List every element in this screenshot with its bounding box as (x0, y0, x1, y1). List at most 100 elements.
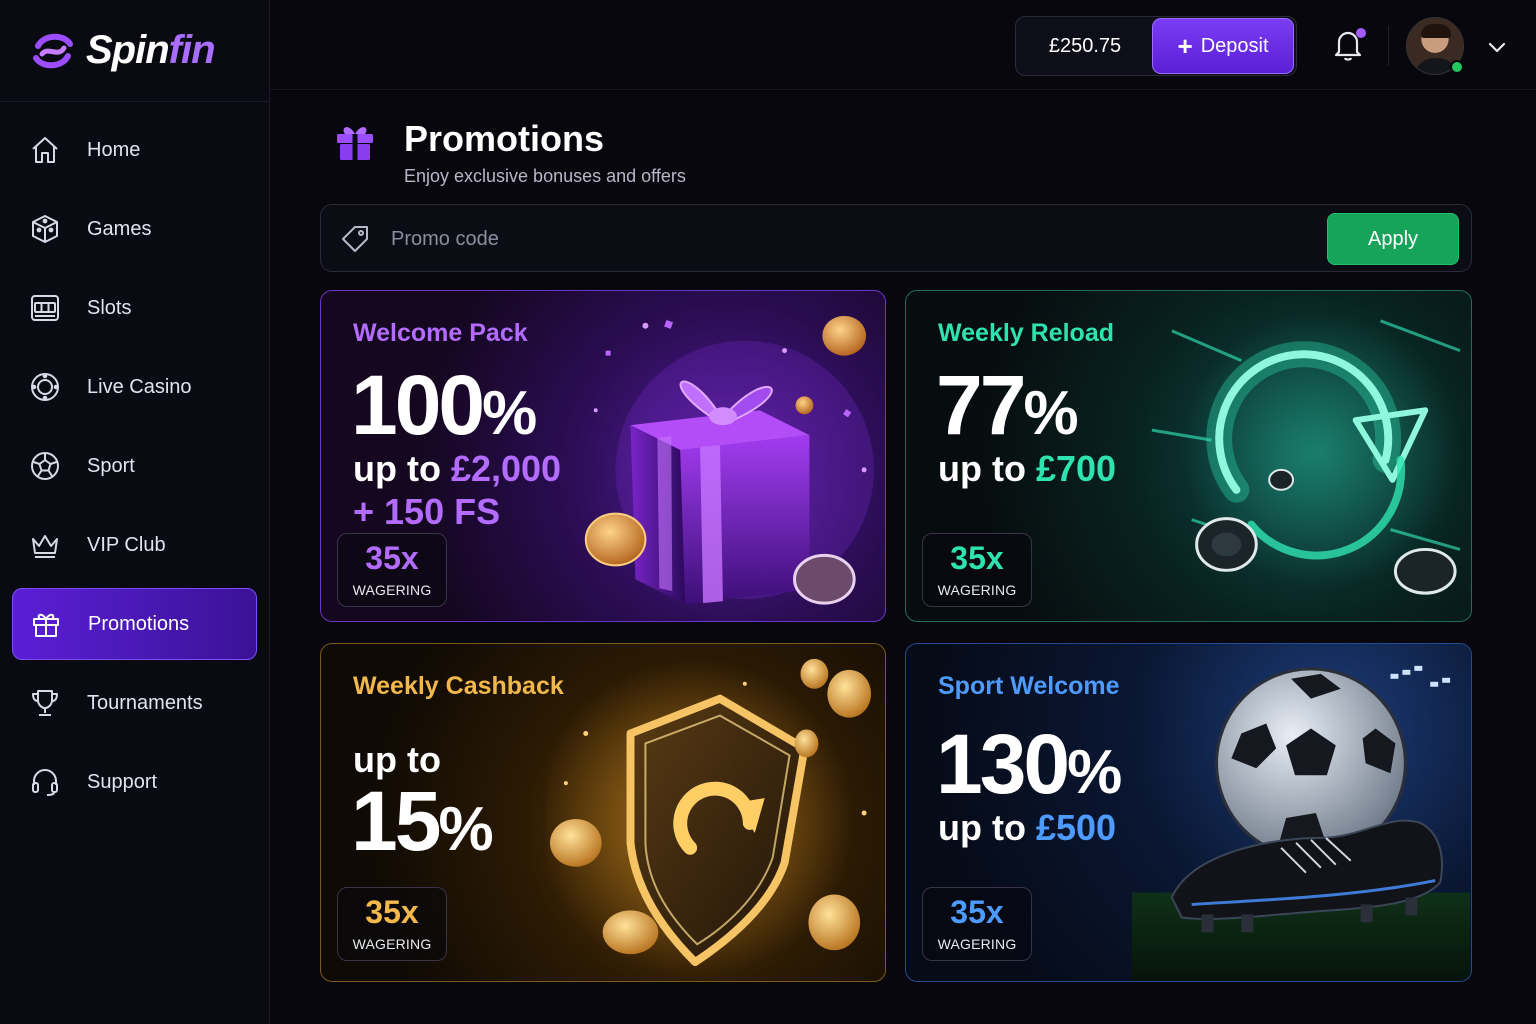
wagering-badge: 35x WAGERING (337, 533, 447, 607)
page-title: Promotions (404, 118, 605, 159)
sidebar-item-label: Games (87, 217, 152, 240)
up-to-text: up to (353, 448, 451, 489)
sidebar-item-sport[interactable]: Sport (12, 430, 257, 502)
page-subtitle: Enjoy exclusive bonuses and offers (404, 166, 686, 186)
card-title: Welcome Pack (353, 319, 528, 347)
promo-card-weekly-cashback[interactable]: Weekly Cashback up to 15% 35x WAGERING (320, 643, 886, 982)
online-status-dot (1450, 60, 1464, 74)
bonus-percent: 77 (936, 358, 1026, 452)
sidebar-item-label: Promotions (88, 612, 190, 635)
wagering-label: WAGERING (937, 936, 1017, 952)
promo-card-sport-welcome[interactable]: Sport Welcome 130% up to £500 35x WAGERI… (905, 643, 1472, 982)
percent-sign: % (438, 795, 494, 864)
wagering-value: 35x (365, 894, 419, 930)
gift-icon (337, 127, 373, 160)
bonus-percent: 130 (936, 717, 1070, 811)
card-bonus-line: up to £2,000 (353, 451, 561, 487)
reload-arrow-illustration (1151, 310, 1461, 595)
brand-name-part1: Spin (86, 28, 170, 72)
bonus-amount: £2,000 (450, 448, 562, 489)
header-divider (1388, 26, 1389, 66)
wagering-value: 35x (950, 540, 1004, 576)
cashback-shield-illustration (545, 658, 872, 977)
bonus-percent: 15 (351, 774, 441, 868)
main-content: Promotions Enjoy exclusive bonuses and o… (270, 90, 1536, 1024)
sidebar-item-support[interactable]: Support (12, 746, 257, 818)
sidebar-item-promotions[interactable]: Promotions (12, 588, 257, 660)
gift-box-illustration (584, 315, 875, 605)
crown-icon (28, 528, 62, 562)
sidebar-item-tournaments[interactable]: Tournaments (12, 667, 257, 739)
home-icon (28, 133, 62, 167)
sidebar-item-live-casino[interactable]: Live Casino (12, 351, 257, 423)
card-headline: 130% (936, 722, 1122, 806)
sidebar-item-label: Tournaments (87, 691, 203, 714)
plus-icon: + (1177, 31, 1193, 61)
card-bonus-line: up to £500 (938, 810, 1116, 846)
brand-name: Spinfin (86, 28, 216, 73)
wagering-badge: 35x WAGERING (922, 533, 1032, 607)
card-title: Weekly Reload (938, 319, 1115, 347)
percent-sign: % (1023, 379, 1079, 448)
soccer-ball-icon (28, 449, 62, 483)
promo-code-input[interactable] (391, 217, 1311, 261)
card-title: Weekly Cashback (353, 672, 564, 700)
brand-logo[interactable]: Spinfin (0, 0, 269, 102)
sidebar-item-label: Live Casino (87, 375, 192, 398)
live-casino-icon (28, 370, 62, 404)
sidebar-item-label: Support (87, 770, 158, 793)
notifications-button[interactable] (1332, 28, 1366, 64)
top-bar: £250.75 + Deposit (270, 0, 1536, 90)
up-to-line: up to (353, 742, 441, 778)
cube-icon (28, 212, 62, 246)
deposit-button[interactable]: + Deposit (1152, 18, 1294, 74)
sidebar-item-home[interactable]: Home (12, 114, 257, 186)
sidebar-item-slots[interactable]: Slots (12, 272, 257, 344)
wagering-label: WAGERING (352, 582, 432, 598)
trophy-icon (28, 686, 62, 720)
card-headline: 100% (351, 363, 537, 447)
bonus-amount: £500 (1035, 807, 1117, 848)
sidebar-nav: Home Games Slots Live Casino Sport VIP C… (0, 102, 269, 818)
sidebar-item-games[interactable]: Games (12, 193, 257, 265)
headset-icon (28, 765, 62, 799)
apply-button[interactable]: Apply (1327, 213, 1459, 265)
deposit-label: Deposit (1200, 34, 1269, 57)
promo-code-bar: Apply (320, 204, 1472, 272)
sidebar: Spinfin Home Games Slots Live Casino Spo… (0, 0, 270, 1024)
free-spins-line: + 150 FS (353, 491, 501, 532)
promo-card-weekly-reload[interactable]: Weekly Reload 77% up to £700 35x WAGERIN… (905, 290, 1472, 622)
up-to-text: up to (938, 448, 1036, 489)
sidebar-item-label: VIP Club (87, 533, 166, 556)
wagering-badge: 35x WAGERING (337, 887, 447, 961)
gift-icon (29, 607, 63, 641)
slot-machine-icon (28, 291, 62, 325)
tag-icon (342, 226, 368, 252)
bonus-amount: £700 (1035, 448, 1117, 489)
wagering-value: 35x (950, 894, 1004, 930)
card-headline: 77% (936, 363, 1079, 447)
wallet-box: £250.75 + Deposit (1015, 16, 1297, 76)
up-to-text: up to (938, 807, 1036, 848)
bonus-percent: 100 (351, 358, 485, 452)
soccer-ball-boot-illustration (1132, 665, 1470, 981)
sidebar-item-label: Sport (87, 454, 135, 477)
sidebar-item-vip-club[interactable]: VIP Club (12, 509, 257, 581)
balance-value[interactable]: £250.75 (1016, 35, 1154, 58)
card-bonus-line: up to £700 (938, 451, 1116, 487)
brand-name-part2: fin (168, 28, 216, 72)
wagering-badge: 35x WAGERING (922, 887, 1032, 961)
chevron-down-icon[interactable] (1486, 36, 1508, 58)
promo-card-welcome-pack[interactable]: Welcome Pack 100% up to £2,000 + 150 FS … (320, 290, 886, 622)
spinfin-logo-icon (33, 33, 73, 68)
percent-sign: % (482, 379, 538, 448)
sidebar-item-label: Slots (87, 296, 132, 319)
percent-sign: % (1067, 738, 1123, 807)
card-headline: 15% (351, 779, 494, 863)
wagering-label: WAGERING (937, 582, 1017, 598)
notification-dot (1356, 28, 1366, 38)
card-title: Sport Welcome (938, 672, 1120, 700)
wagering-label: WAGERING (352, 936, 432, 952)
sidebar-item-label: Home (87, 138, 141, 161)
wagering-value: 35x (365, 540, 419, 576)
